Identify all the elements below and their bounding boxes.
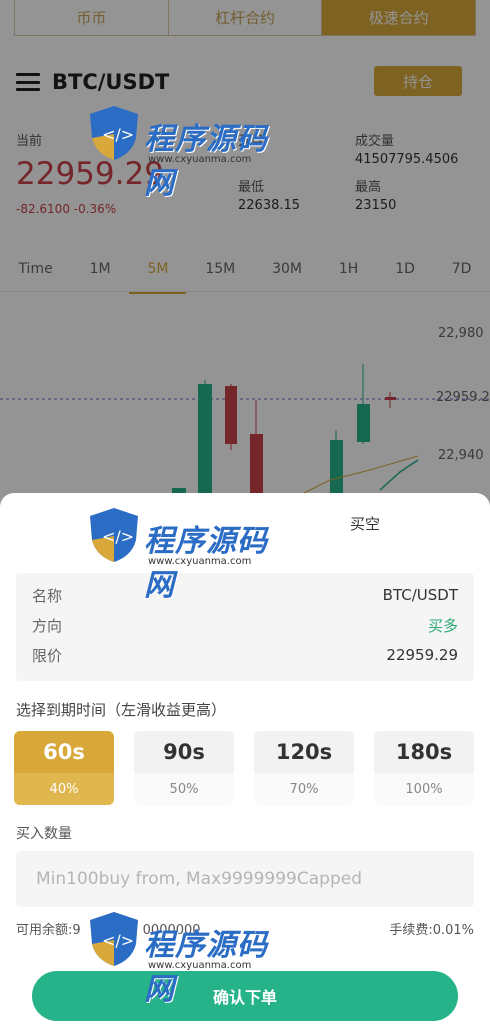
expiry-option-120s[interactable]: 120s 70% (254, 731, 354, 805)
watermark: </> 程序源码网 www.cxyuanma.com (88, 498, 298, 603)
svg-text:</>: </> (102, 527, 134, 546)
watermark-url: www.cxyuanma.com (148, 960, 252, 971)
expiry-rate: 100% (374, 773, 474, 805)
watermark: </> 程序源码网 www.cxyuanma.com (88, 96, 298, 201)
expiry-rate: 70% (254, 773, 354, 805)
expiry-option-180s[interactable]: 180s 100% (374, 731, 474, 805)
expiry-rate: 40% (14, 773, 114, 805)
expiry-rate: 50% (134, 773, 234, 805)
expiry-time: 180s (395, 740, 453, 764)
expiry-option-90s[interactable]: 90s 50% (134, 731, 234, 805)
watermark: </> 程序源码网 www.cxyuanma.com (88, 902, 298, 1007)
watermark-url: www.cxyuanma.com (148, 154, 252, 165)
expiry-label: 选择到期时间（左滑收益更高） (16, 701, 227, 719)
direction-value: 买多 (427, 616, 458, 635)
expiry-time: 60s (43, 740, 85, 764)
expiry-option-60s[interactable]: 60s 40% (14, 731, 114, 805)
svg-text:</>: </> (102, 931, 134, 950)
svg-text:</>: </> (102, 125, 134, 144)
balance-label: 可用余额:9 (16, 923, 81, 938)
watermark-shield-icon: </> (90, 912, 138, 966)
limit-value: 22959.29 (386, 646, 458, 664)
expiry-options: 60s 40% 90s 50% 120s 70% 180s 100% (14, 731, 474, 805)
watermark-shield-icon: </> (90, 508, 138, 562)
info-row-direction: 方向 买多 (32, 613, 458, 637)
limit-label: 限价 (32, 646, 63, 665)
amount-input[interactable] (16, 851, 474, 907)
watermark-url: www.cxyuanma.com (148, 556, 252, 567)
name-value: BTC/USDT (382, 586, 458, 604)
info-row-limit: 限价 22959.29 (32, 643, 458, 667)
fee-text: 手续费:0.01% (389, 923, 474, 938)
name-label: 名称 (32, 586, 63, 605)
expiry-time: 120s (275, 740, 333, 764)
expiry-time: 90s (163, 740, 205, 764)
watermark-shield-icon: </> (90, 106, 138, 160)
amount-label: 买入数量 (16, 826, 72, 842)
direction-label: 方向 (32, 616, 63, 635)
